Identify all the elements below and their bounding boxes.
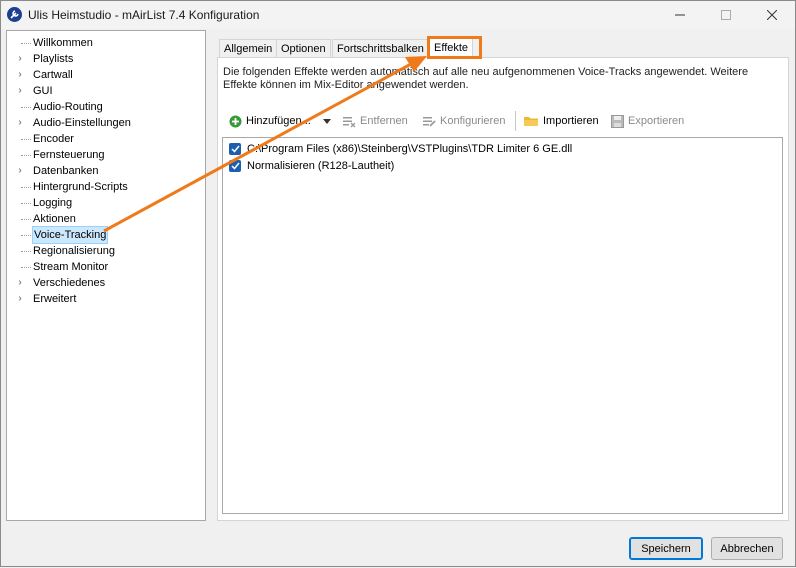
tree-item-label: Hintergrund-Scripts: [33, 181, 128, 193]
tree-item-label: Audio-Routing: [33, 101, 103, 113]
tree-connector: [21, 139, 31, 140]
add-effect-button[interactable]: Hinzufügen...: [229, 110, 331, 132]
effects-toolbar: Hinzufügen... Entfernen Konfigurieren Im…: [223, 110, 783, 132]
remove-effect-button[interactable]: Entfernen: [342, 110, 408, 132]
tab-fortschrittsbalken[interactable]: Fortschrittsbalken: [332, 39, 429, 57]
configure-effect-button[interactable]: Konfigurieren: [422, 110, 505, 132]
minimize-button[interactable]: [657, 1, 703, 29]
tree-connector: [21, 43, 31, 44]
tree-item-label: Aktionen: [33, 213, 76, 225]
tree-item-label: Willkommen: [33, 37, 93, 49]
tree-item-label: Playlists: [33, 53, 74, 65]
tree-item-label: Audio-Einstellungen: [33, 117, 131, 129]
configure-icon: [423, 116, 436, 127]
remove-effect-label: Entfernen: [360, 115, 408, 127]
checkmark-icon: [230, 162, 240, 170]
export-button[interactable]: Exportieren: [611, 110, 684, 132]
tree-item-label: Stream Monitor: [33, 261, 109, 273]
tree-connector: [21, 235, 31, 236]
chevron-right-icon[interactable]: ›: [15, 275, 25, 291]
checkmark-icon: [230, 145, 240, 153]
export-label: Exportieren: [628, 115, 685, 127]
chevron-right-icon[interactable]: ›: [15, 51, 25, 67]
tree-item-label: Erweitert: [33, 293, 77, 305]
toolbar-separator: [515, 111, 516, 131]
title-bar[interactable]: Ulis Heimstudio - mAirList 7.4 Konfigura…: [1, 1, 795, 29]
app-icon: [7, 7, 22, 22]
chevron-right-icon[interactable]: ›: [15, 163, 25, 179]
tree-item-label: Cartwall: [33, 69, 73, 81]
cancel-button[interactable]: Abbrechen: [711, 537, 783, 560]
close-button[interactable]: [749, 1, 795, 29]
dropdown-arrow-icon[interactable]: [322, 118, 331, 124]
tree-item-label: GUI: [33, 85, 53, 97]
close-icon: [767, 10, 777, 20]
configure-effect-label: Konfigurieren: [440, 115, 506, 127]
chevron-right-icon[interactable]: ›: [15, 67, 25, 83]
tree-connector: [21, 219, 31, 220]
tab-optionen[interactable]: Optionen: [276, 39, 331, 57]
remove-list-icon: [343, 116, 356, 127]
checkbox[interactable]: [229, 143, 241, 155]
import-label: Importieren: [543, 115, 599, 127]
import-button[interactable]: Importieren: [524, 110, 599, 132]
settings-tree[interactable]: Willkommen › Playlists › Cartwall › GUI …: [6, 30, 206, 521]
list-item[interactable]: Normalisieren (R128-Lautheit): [229, 158, 394, 174]
chevron-right-icon[interactable]: ›: [15, 115, 25, 131]
annotation-highlight-box: [427, 36, 482, 59]
add-effect-label: Hinzufügen...: [246, 115, 311, 127]
add-icon: [229, 115, 242, 127]
tree-item-label: Verschiedenes: [33, 277, 106, 289]
effects-list[interactable]: C:\Program Files (x86)\Steinberg\VSTPlug…: [222, 137, 783, 514]
chevron-right-icon[interactable]: ›: [15, 83, 25, 99]
tree-connector: [21, 267, 31, 268]
maximize-button[interactable]: [703, 1, 749, 29]
tree-connector: [21, 203, 31, 204]
chevron-right-icon[interactable]: ›: [15, 291, 25, 307]
tree-connector: [21, 251, 31, 252]
folder-icon: [524, 117, 538, 126]
minimize-icon: [675, 14, 685, 16]
tree-connector: [21, 107, 31, 108]
tree-item-label: Encoder: [33, 133, 74, 145]
effects-description: Die folgenden Effekte werden automatisch…: [223, 66, 749, 91]
tree-item-label: Fernsteuerung: [33, 149, 105, 161]
tree-item-label: Regionalisierung: [33, 245, 115, 257]
tab-allgemein[interactable]: Allgemein: [219, 39, 278, 57]
maximize-icon: [721, 10, 731, 20]
effect-label: Normalisieren (R128-Lautheit): [247, 160, 395, 172]
config-window: Ulis Heimstudio - mAirList 7.4 Konfigura…: [0, 0, 796, 567]
tree-item-label: Voice-Tracking: [32, 226, 109, 244]
tree-item-label: Datenbanken: [33, 165, 99, 177]
window-title: Ulis Heimstudio - mAirList 7.4 Konfigura…: [28, 8, 260, 22]
tree-connector: [21, 155, 31, 156]
tree-connector: [21, 187, 31, 188]
effect-label: C:\Program Files (x86)\Steinberg\VSTPlug…: [247, 143, 573, 155]
list-item[interactable]: C:\Program Files (x86)\Steinberg\VSTPlug…: [229, 141, 572, 157]
save-button[interactable]: Speichern: [629, 537, 703, 560]
save-disk-icon: [611, 114, 624, 128]
checkbox[interactable]: [229, 160, 241, 172]
tree-item-label: Logging: [33, 197, 73, 209]
